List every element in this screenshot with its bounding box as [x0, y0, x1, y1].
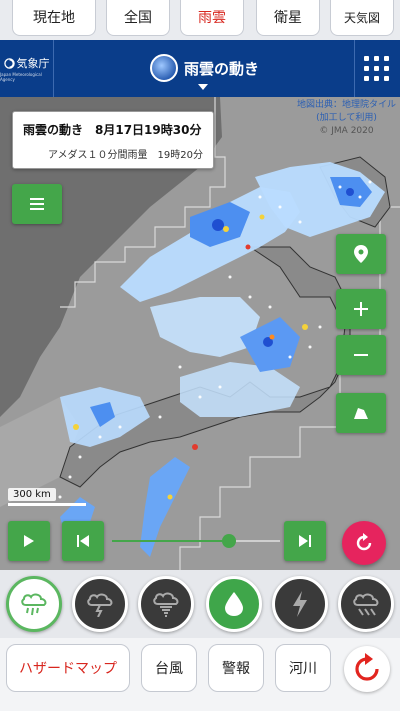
info-subtitle: アメダス１０分間雨量 19時20分 — [48, 150, 203, 161]
raindrop-icon — [225, 592, 243, 616]
type-snow[interactable] — [338, 576, 394, 632]
hazard-map-button[interactable]: ハザードマップ — [6, 644, 130, 692]
rain-cloud-icon — [21, 593, 47, 616]
zoom-out-button[interactable] — [336, 335, 386, 375]
time-slider-track[interactable] — [112, 540, 230, 542]
credit-processed: (加工して利用) — [316, 113, 377, 123]
tab-nationwide[interactable]: 全国 — [106, 0, 170, 36]
snow-cloud-icon — [353, 593, 379, 616]
logo-subtext: Japan Meteorological Agency — [0, 72, 42, 82]
layer-menu-button[interactable] — [12, 184, 62, 224]
refresh-icon — [355, 653, 379, 681]
info-panel: 雨雲の動き 8月17日19時30分 アメダス１０分間雨量 19時20分 — [12, 111, 214, 169]
time-slider-rest[interactable] — [236, 540, 280, 542]
scale-bar — [8, 503, 86, 506]
credit-jma: © JMA 2020 — [319, 126, 374, 136]
tab-weather-chart[interactable]: 天気図 — [330, 0, 394, 36]
info-title: 雨雲の動き 8月17日19時30分 — [23, 123, 202, 137]
chevron-down-icon[interactable] — [198, 84, 208, 90]
terrain-icon — [354, 408, 368, 419]
credit-gsi[interactable]: 地図出典：地理院タイル — [297, 99, 396, 112]
tab-satellite[interactable]: 衛星 — [256, 0, 320, 36]
step-back-button[interactable] — [62, 521, 104, 561]
grid-menu-button[interactable] — [354, 40, 400, 97]
type-precipitation[interactable] — [206, 576, 262, 632]
play-button[interactable] — [8, 521, 50, 561]
hamburger-icon — [30, 198, 44, 210]
map-credit: 地図出典：地理院タイル (加工して利用) © JMA 2020 — [297, 99, 396, 138]
app-screen: 現在地 全国 雨雲 衛星 天気図 気象庁 Japan Meteorologica… — [0, 0, 400, 711]
skip-previous-icon — [77, 535, 89, 547]
bottom-bar: ハザードマップ 台風 警報 河川 — [0, 638, 400, 711]
typhoon-button[interactable]: 台風 — [141, 644, 197, 692]
tornado-cloud-icon — [153, 592, 179, 617]
rain-cloud-globe-icon — [150, 54, 178, 82]
tab-rain-cloud[interactable]: 雨雲 — [180, 0, 244, 36]
minus-icon — [354, 354, 368, 356]
warning-button[interactable]: 警報 — [208, 644, 264, 692]
logo-text: 気象庁 — [16, 57, 50, 70]
page-title: 雨雲の動き — [184, 59, 260, 78]
scale-label: 300 km — [8, 488, 56, 501]
tab-current-location[interactable]: 現在地 — [12, 0, 96, 36]
app-header: 気象庁 Japan Meteorological Agency 雨雲の動き — [0, 40, 400, 97]
map-layer-button[interactable] — [336, 393, 386, 433]
type-rain-cloud[interactable] — [6, 576, 62, 632]
refresh-button[interactable] — [342, 521, 386, 565]
type-tornado-nowcast[interactable] — [138, 576, 194, 632]
skip-next-icon — [299, 535, 311, 547]
location-pin-icon — [354, 245, 368, 263]
current-location-button[interactable] — [336, 234, 386, 274]
lightning-icon — [293, 591, 307, 617]
thunder-cloud-icon — [87, 593, 113, 617]
page-title-group[interactable]: 雨雲の動き — [150, 54, 259, 82]
reload-button[interactable] — [344, 646, 390, 692]
river-button[interactable]: 河川 — [275, 644, 331, 692]
type-lightning[interactable] — [272, 576, 328, 632]
time-slider-knob[interactable] — [222, 534, 236, 548]
refresh-icon — [356, 533, 372, 551]
jma-logo[interactable]: 気象庁 Japan Meteorological Agency — [0, 40, 54, 97]
jma-swirl-icon — [3, 57, 15, 69]
play-icon — [24, 535, 34, 547]
type-thunder-nowcast[interactable] — [72, 576, 128, 632]
step-forward-button[interactable] — [284, 521, 326, 561]
weather-type-bar — [0, 570, 400, 638]
rain-radar-map[interactable]: 地図出典：地理院タイル (加工して利用) © JMA 2020 雨雲の動き 8月… — [0, 97, 400, 570]
zoom-in-button[interactable] — [336, 289, 386, 329]
plus-icon — [354, 302, 368, 316]
top-tab-bar: 現在地 全国 雨雲 衛星 天気図 — [0, 0, 400, 40]
